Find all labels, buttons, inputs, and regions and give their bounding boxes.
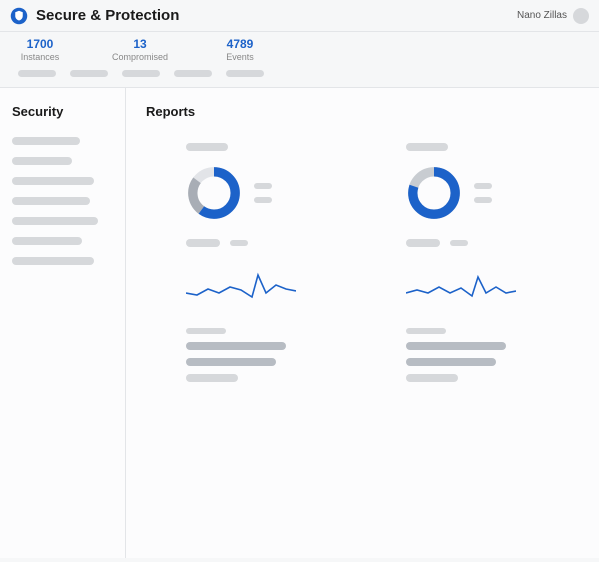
content: Reports (126, 88, 599, 558)
filter-pill[interactable] (70, 70, 108, 77)
sidebar: Security (0, 88, 126, 558)
donut-chart (186, 165, 242, 221)
sidebar-item[interactable] (12, 257, 94, 265)
topbar: Secure & Protection Nano Zillas (0, 0, 599, 32)
report-card (186, 143, 346, 390)
card-heading (186, 143, 228, 151)
meta-line (186, 342, 286, 350)
shield-icon (10, 7, 28, 25)
stat-value: 13 (110, 37, 170, 51)
meta-line (406, 328, 446, 334)
legend-item (474, 197, 492, 203)
metric-label (406, 239, 440, 247)
stat-label: Instances (10, 52, 70, 62)
filter-pill[interactable] (18, 70, 56, 77)
legend-item (254, 197, 272, 203)
meta-line (406, 374, 458, 382)
meta-line (406, 358, 496, 366)
card-meta (186, 328, 346, 382)
stat-compromised[interactable]: 13 Compromised (110, 37, 170, 62)
stat-label: Compromised (110, 52, 170, 62)
meta-line (186, 328, 226, 334)
donut-chart (406, 165, 462, 221)
stat-value: 1700 (10, 37, 70, 51)
metric-value (230, 240, 248, 246)
stat-instances[interactable]: 1700 Instances (10, 37, 70, 62)
metric-label (186, 239, 220, 247)
main: Security Reports (0, 88, 599, 558)
donut-legend (474, 183, 492, 203)
filter-pill[interactable] (174, 70, 212, 77)
content-title: Reports (146, 104, 579, 119)
stat-label: Events (210, 52, 270, 62)
user-menu[interactable]: Nano Zillas (517, 8, 589, 24)
app-title: Secure & Protection (36, 7, 517, 24)
report-cards (146, 143, 579, 390)
sidebar-item[interactable] (12, 137, 80, 145)
sidebar-item[interactable] (12, 157, 72, 165)
sidebar-item[interactable] (12, 177, 94, 185)
donut-legend (254, 183, 272, 203)
filter-pill[interactable] (226, 70, 264, 77)
sparkline-chart (186, 263, 296, 309)
filter-pill[interactable] (122, 70, 160, 77)
filter-pills (0, 64, 599, 88)
stat-value: 4789 (210, 37, 270, 51)
card-meta (406, 328, 566, 382)
meta-line (406, 342, 506, 350)
sparkline-chart (406, 263, 516, 309)
stats-row: 1700 Instances 13 Compromised 4789 Event… (0, 32, 599, 64)
legend-item (254, 183, 272, 189)
sidebar-title: Security (12, 104, 113, 119)
meta-line (186, 374, 238, 382)
legend-item (474, 183, 492, 189)
avatar (573, 8, 589, 24)
card-heading (406, 143, 448, 151)
meta-line (186, 358, 276, 366)
sidebar-item[interactable] (12, 217, 98, 225)
sidebar-item[interactable] (12, 197, 90, 205)
user-name: Nano Zillas (517, 10, 567, 21)
sidebar-item[interactable] (12, 237, 82, 245)
stat-events[interactable]: 4789 Events (210, 37, 270, 62)
metric-value (450, 240, 468, 246)
report-card (406, 143, 566, 390)
